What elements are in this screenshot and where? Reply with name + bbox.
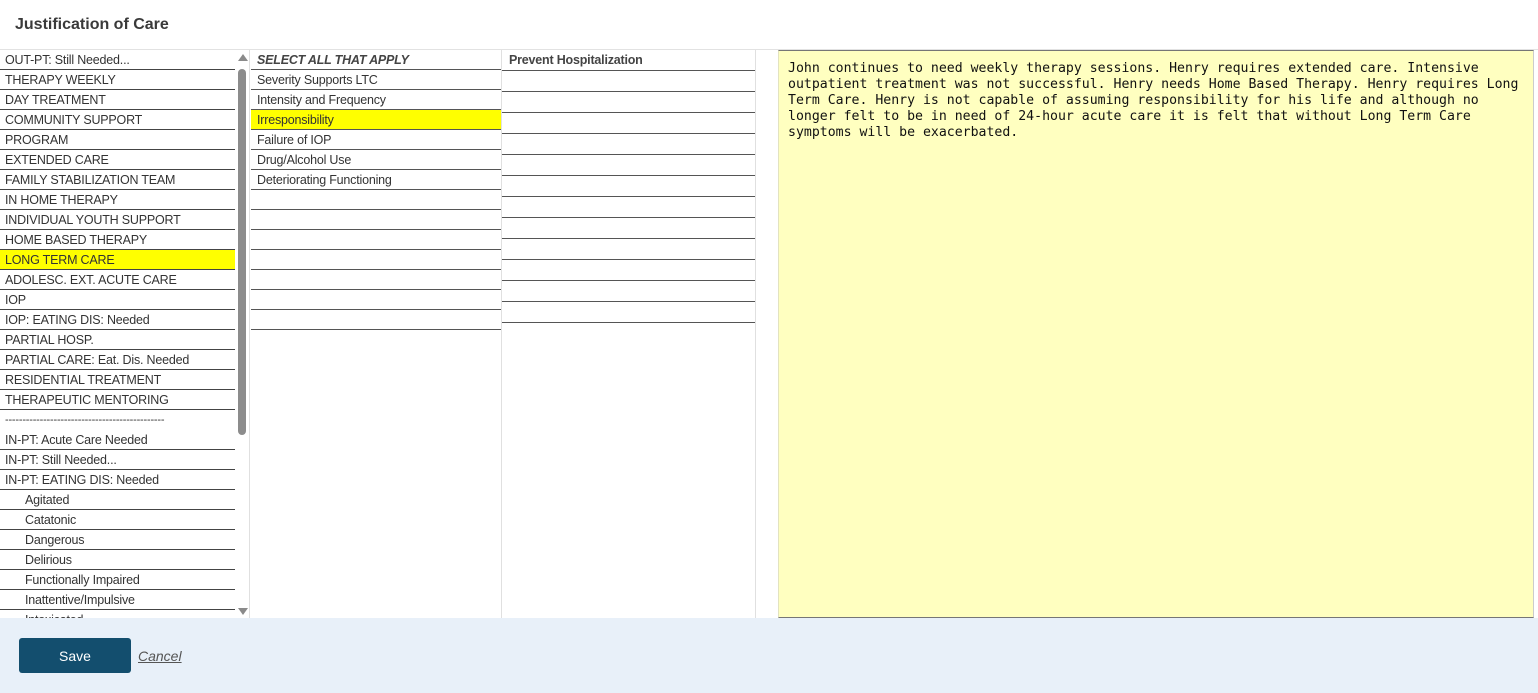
list-separator: ----------------------------------------… bbox=[5, 414, 165, 426]
care-type-item[interactable]: IOP: EATING DIS: Needed bbox=[0, 310, 235, 330]
criteria-item[interactable]: Drug/Alcohol Use bbox=[251, 150, 501, 170]
care-type-item[interactable]: Inattentive/Impulsive bbox=[0, 590, 235, 610]
criteria-list[interactable]: SELECT ALL THAT APPLY Severity Supports L… bbox=[251, 50, 502, 618]
care-type-item[interactable]: FAMILY STABILIZATION TEAM bbox=[0, 170, 235, 190]
sub-criteria-item[interactable] bbox=[502, 155, 755, 176]
sub-criteria-item[interactable] bbox=[502, 176, 755, 197]
care-type-item[interactable]: OUT-PT: Still Needed... bbox=[0, 50, 235, 70]
criteria-item[interactable] bbox=[251, 210, 501, 230]
care-type-item[interactable]: LONG TERM CARE bbox=[0, 250, 235, 270]
care-type-item[interactable]: IN-PT: Acute Care Needed bbox=[0, 430, 235, 450]
criteria-item[interactable] bbox=[251, 190, 501, 210]
sub-criteria-item[interactable] bbox=[502, 281, 755, 302]
care-type-item[interactable]: DAY TREATMENT bbox=[0, 90, 235, 110]
care-type-list[interactable]: OUT-PT: Still Needed... THERAPY WEEKLY DAY… bbox=[0, 50, 250, 618]
care-type-item[interactable]: Agitated bbox=[0, 490, 235, 510]
care-type-item[interactable]: IN-PT: Still Needed... bbox=[0, 450, 235, 470]
sub-criteria-item[interactable] bbox=[502, 302, 755, 323]
criteria-item[interactable]: Failure of IOP bbox=[251, 130, 501, 150]
justification-notes-textarea[interactable] bbox=[778, 50, 1534, 618]
criteria-item[interactable]: Deteriorating Functioning bbox=[251, 170, 501, 190]
care-type-item[interactable]: PARTIAL HOSP. bbox=[0, 330, 235, 350]
care-type-item[interactable]: THERAPEUTIC MENTORING bbox=[0, 390, 235, 410]
sub-criteria-item[interactable] bbox=[502, 113, 755, 134]
sub-criteria-item[interactable] bbox=[502, 260, 755, 281]
care-type-item[interactable]: PARTIAL CARE: Eat. Dis. Needed bbox=[0, 350, 235, 370]
criteria-item[interactable] bbox=[251, 270, 501, 290]
care-type-item[interactable]: IN HOME THERAPY bbox=[0, 190, 235, 210]
criteria-item[interactable] bbox=[251, 290, 501, 310]
care-type-item[interactable]: Functionally Impaired bbox=[0, 570, 235, 590]
criteria-item[interactable]: Intensity and Frequency bbox=[251, 90, 501, 110]
sub-criteria-item[interactable] bbox=[502, 71, 755, 92]
care-type-item[interactable]: HOME BASED THERAPY bbox=[0, 230, 235, 250]
sub-criteria-item[interactable] bbox=[502, 92, 755, 113]
dialog-footer: Save Cancel bbox=[0, 618, 1538, 693]
criteria-item[interactable] bbox=[251, 230, 501, 250]
sub-criteria-item[interactable] bbox=[502, 218, 755, 239]
care-type-item[interactable]: EXTENDED CARE bbox=[0, 150, 235, 170]
sub-criteria-item[interactable]: Prevent Hospitalization bbox=[502, 50, 755, 71]
sub-criteria-item[interactable] bbox=[502, 239, 755, 260]
criteria-item[interactable]: SELECT ALL THAT APPLY bbox=[251, 50, 501, 70]
care-type-item[interactable]: ADOLESC. EXT. ACUTE CARE bbox=[0, 270, 235, 290]
sub-criteria-list[interactable]: Prevent Hospitalization bbox=[502, 50, 756, 618]
criteria-item[interactable]: Irresponsibility bbox=[251, 110, 501, 130]
care-type-item[interactable]: PROGRAM bbox=[0, 130, 235, 150]
sub-criteria-item[interactable] bbox=[502, 197, 755, 218]
care-type-item[interactable]: Intoxicated bbox=[0, 610, 235, 618]
cancel-link[interactable]: Cancel bbox=[138, 648, 182, 664]
criteria-item[interactable] bbox=[251, 310, 501, 330]
care-type-item[interactable]: INDIVIDUAL YOUTH SUPPORT bbox=[0, 210, 235, 230]
care-type-item[interactable]: RESIDENTIAL TREATMENT bbox=[0, 370, 235, 390]
care-type-item[interactable]: Delirious bbox=[0, 550, 235, 570]
care-type-item[interactable]: IOP bbox=[0, 290, 235, 310]
criteria-item[interactable] bbox=[251, 250, 501, 270]
care-type-scrollbar[interactable] bbox=[236, 52, 248, 618]
scroll-down-arrow-icon[interactable] bbox=[238, 608, 248, 615]
sub-criteria-item[interactable] bbox=[502, 134, 755, 155]
care-type-item[interactable]: Dangerous bbox=[0, 530, 235, 550]
dialog-title: Justification of Care bbox=[15, 16, 169, 33]
save-button[interactable]: Save bbox=[19, 638, 131, 673]
scroll-thumb[interactable] bbox=[238, 69, 246, 435]
care-type-item[interactable]: THERAPY WEEKLY bbox=[0, 70, 235, 90]
care-type-item[interactable]: IN-PT: EATING DIS: Needed bbox=[0, 470, 235, 490]
scroll-up-arrow-icon[interactable] bbox=[238, 54, 248, 61]
care-type-item[interactable]: COMMUNITY SUPPORT bbox=[0, 110, 235, 130]
criteria-item[interactable]: Severity Supports LTC bbox=[251, 70, 501, 90]
care-type-item[interactable]: Catatonic bbox=[0, 510, 235, 530]
